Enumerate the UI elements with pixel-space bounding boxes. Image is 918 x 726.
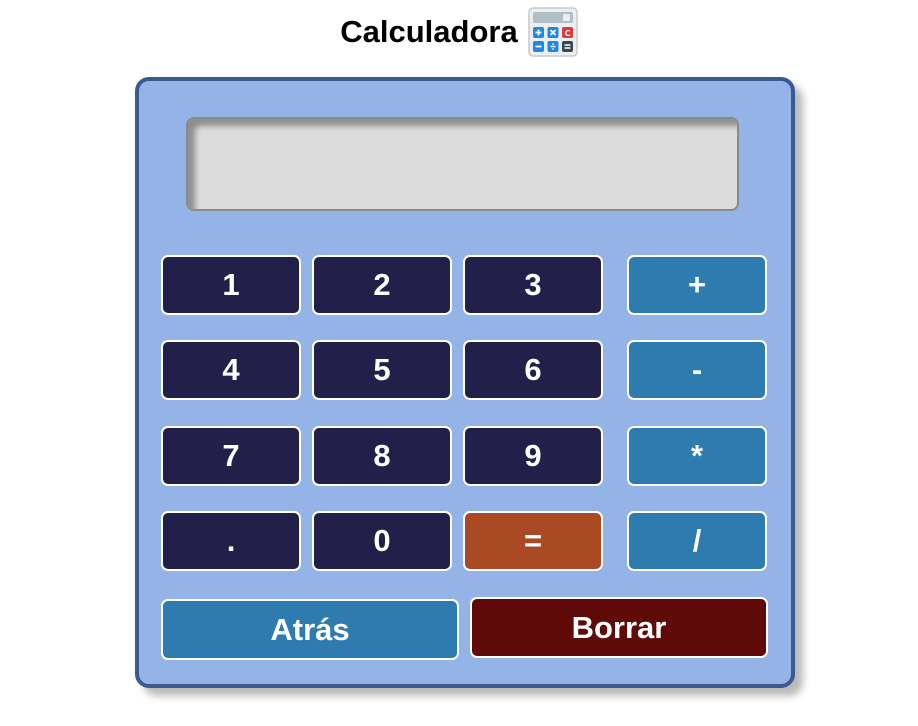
decimal-point-button[interactable]: . bbox=[161, 511, 301, 571]
calculator-icon: C bbox=[527, 7, 578, 57]
key-1[interactable]: 1 bbox=[161, 255, 301, 315]
back-button[interactable]: Atrás bbox=[161, 599, 459, 660]
key-8[interactable]: 8 bbox=[312, 426, 452, 486]
equals-button[interactable]: = bbox=[463, 511, 603, 571]
key-2[interactable]: 2 bbox=[312, 255, 452, 315]
multiply-button[interactable]: * bbox=[627, 426, 767, 486]
divide-button[interactable]: / bbox=[627, 511, 767, 571]
key-6[interactable]: 6 bbox=[463, 340, 603, 400]
plus-button[interactable]: + bbox=[627, 255, 767, 315]
minus-button[interactable]: - bbox=[627, 340, 767, 400]
page: Calculadora C 1 2 3 + 4 5 6 - 7 8 9 * . … bbox=[0, 0, 918, 726]
key-3[interactable]: 3 bbox=[463, 255, 603, 315]
header: Calculadora C bbox=[0, 4, 918, 60]
key-5[interactable]: 5 bbox=[312, 340, 452, 400]
key-4[interactable]: 4 bbox=[161, 340, 301, 400]
calculator-display[interactable] bbox=[186, 117, 739, 211]
key-0[interactable]: 0 bbox=[312, 511, 452, 571]
key-9[interactable]: 9 bbox=[463, 426, 603, 486]
clear-button[interactable]: Borrar bbox=[470, 597, 768, 658]
svg-text:C: C bbox=[564, 29, 570, 38]
key-7[interactable]: 7 bbox=[161, 426, 301, 486]
calculator-body: 1 2 3 + 4 5 6 - 7 8 9 * . 0 = / Atrás Bo… bbox=[135, 77, 795, 688]
page-title: Calculadora bbox=[340, 14, 518, 49]
